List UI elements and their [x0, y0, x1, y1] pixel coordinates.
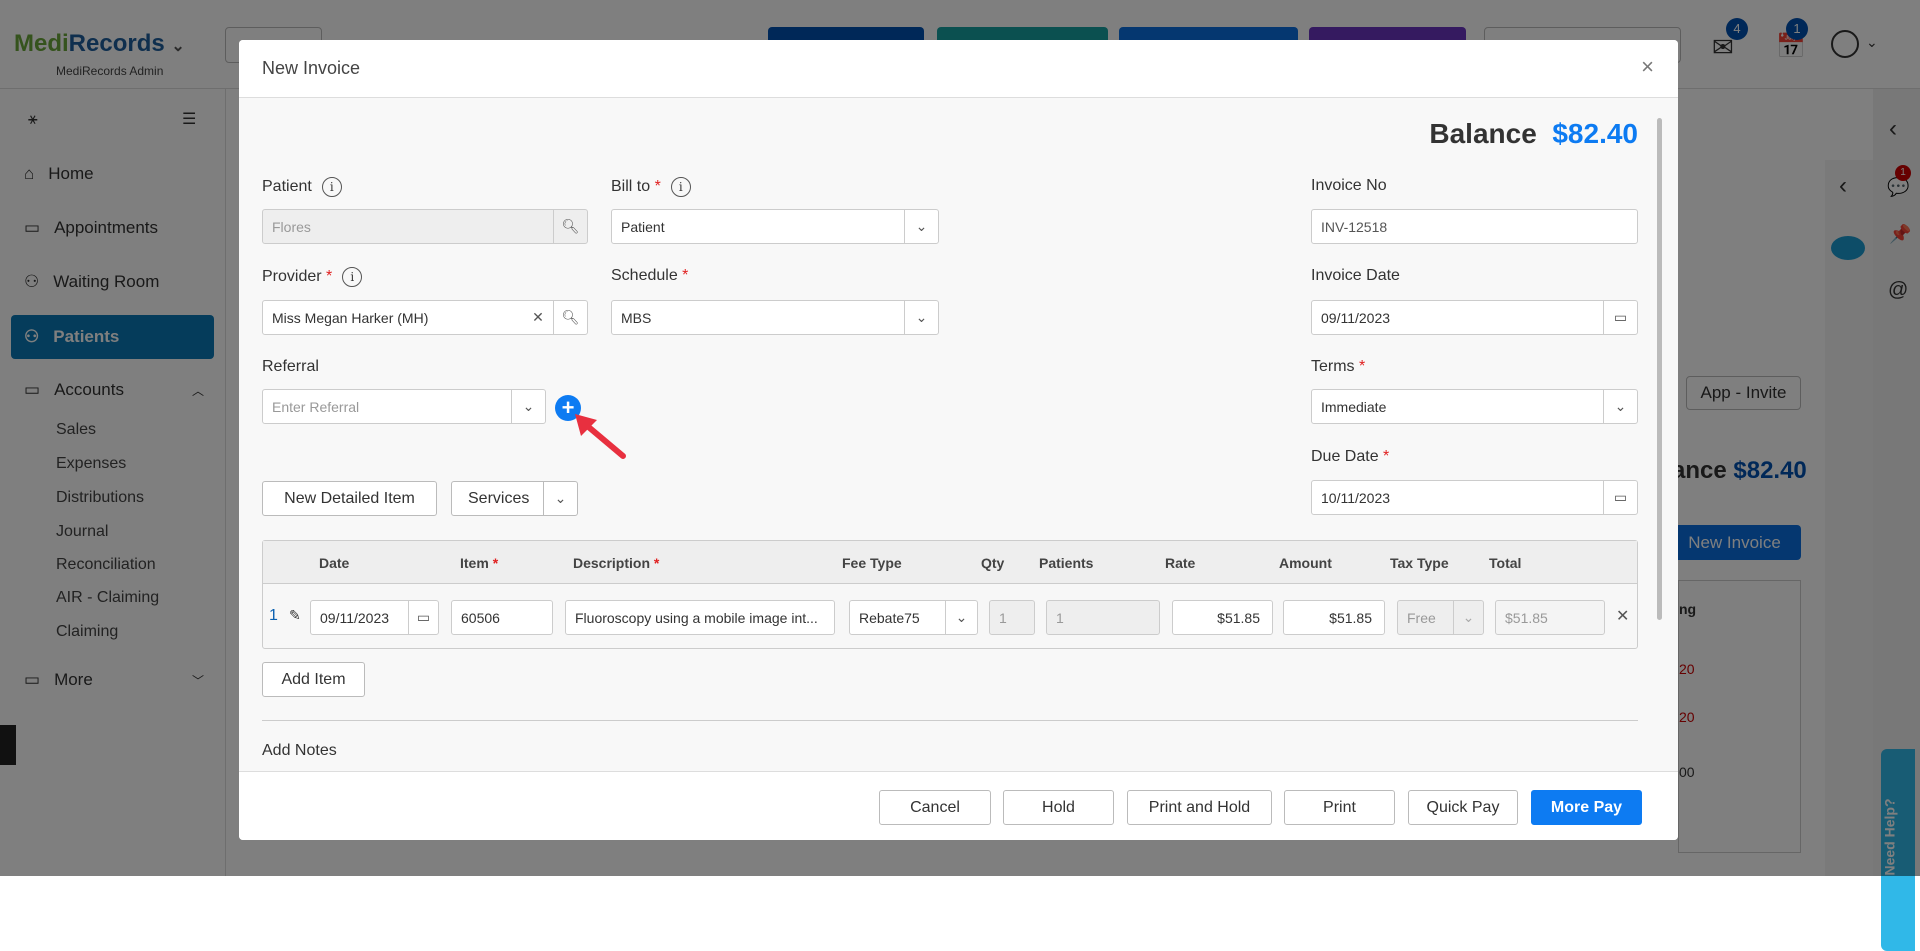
schedule-select[interactable]: MBS ⌄: [611, 300, 939, 335]
col-fee-type: Fee Type: [842, 555, 902, 571]
invoice-no-input[interactable]: INV-12518: [1311, 209, 1638, 244]
close-icon[interactable]: ×: [1641, 54, 1654, 80]
header-text: Description: [573, 555, 651, 571]
calendar-icon[interactable]: ▭: [408, 601, 438, 634]
bill-to-select[interactable]: Patient ⌄: [611, 209, 939, 244]
remove-row-icon[interactable]: ✕: [1616, 606, 1629, 626]
label-text: Bill to: [611, 178, 651, 196]
terms-select[interactable]: Immediate ⌄: [1311, 389, 1638, 424]
clear-icon[interactable]: ✕: [523, 301, 553, 334]
modal-header: New Invoice ×: [239, 40, 1678, 98]
due-date-input[interactable]: 10/11/2023 ▭: [1311, 480, 1638, 515]
info-icon[interactable]: i: [342, 267, 363, 287]
provider-label: Provider * i: [262, 267, 363, 287]
balance: Balance $82.40: [1429, 118, 1638, 150]
row-date-input[interactable]: 09/11/2023 ▭: [310, 600, 439, 635]
selected-value: MBS: [621, 309, 652, 326]
referral-label: Referral: [262, 358, 319, 375]
patient-input[interactable]: Flores 🔍︎: [262, 209, 588, 244]
due-date-label: Due Date *: [1311, 448, 1390, 465]
header-text: Item: [460, 555, 489, 571]
invoice-no-label: Invoice No: [1311, 177, 1387, 194]
row-description-input[interactable]: Fluoroscopy using a mobile image int...: [565, 600, 835, 635]
print-and-hold-button[interactable]: Print and Hold: [1127, 790, 1272, 825]
row-tax-type-select[interactable]: Free ⌄: [1397, 600, 1484, 635]
info-icon[interactable]: i: [670, 177, 691, 197]
selected-value: Miss Megan Harker (MH): [272, 309, 429, 326]
col-date: Date: [319, 555, 350, 571]
selected-value: Immediate: [1321, 398, 1387, 415]
row-number: 1: [269, 607, 278, 624]
row-item-input[interactable]: 60506: [451, 600, 553, 635]
col-total: Total: [1489, 555, 1522, 571]
date-value: 09/11/2023: [320, 609, 390, 626]
col-patients: Patients: [1039, 555, 1094, 571]
scrollbar[interactable]: [1657, 118, 1662, 620]
label-text: Schedule: [611, 267, 678, 284]
invoice-items-table: Date Item * Description * Fee Type Qty P…: [262, 540, 1638, 649]
button-label: Services: [468, 489, 530, 507]
quick-pay-button[interactable]: Quick Pay: [1408, 790, 1518, 825]
search-icon[interactable]: 🔍︎: [553, 210, 587, 243]
chevron-down-icon[interactable]: ⌄: [1453, 601, 1483, 634]
provider-input[interactable]: Miss Megan Harker (MH) ✕ 🔍︎: [262, 300, 588, 335]
balance-value: $82.40: [1552, 118, 1638, 149]
pointer-arrow-icon: [575, 414, 626, 459]
new-detailed-item-button[interactable]: New Detailed Item: [262, 481, 437, 516]
terms-label: Terms *: [1311, 358, 1366, 375]
chevron-down-icon[interactable]: ⌄: [945, 601, 977, 634]
placeholder: Flores: [272, 218, 311, 235]
chevron-down-icon[interactable]: ⌄: [511, 390, 545, 423]
invoice-date-label: Invoice Date: [1311, 267, 1400, 284]
col-rate: Rate: [1165, 555, 1196, 571]
chevron-down-icon[interactable]: ⌄: [904, 301, 938, 334]
row-patients-input[interactable]: 1: [1046, 600, 1160, 635]
col-description: Description *: [573, 555, 660, 571]
cancel-button[interactable]: Cancel: [879, 790, 991, 825]
info-icon[interactable]: i: [321, 177, 342, 197]
label-text: Patient: [262, 178, 312, 196]
edit-icon[interactable]: ✎: [289, 607, 301, 624]
chevron-down-icon[interactable]: ⌄: [904, 210, 938, 243]
chevron-down-icon[interactable]: ⌄: [1603, 390, 1637, 423]
divider: [262, 720, 1638, 721]
more-pay-button[interactable]: More Pay: [1531, 790, 1642, 825]
col-amount: Amount: [1279, 555, 1332, 571]
hold-button[interactable]: Hold: [1003, 790, 1114, 825]
placeholder: Enter Referral: [272, 398, 360, 415]
add-notes-label: Add Notes: [262, 742, 337, 759]
schedule-label: Schedule *: [611, 267, 689, 284]
selected-value: Free: [1407, 609, 1436, 626]
invoice-date-input[interactable]: 09/11/2023 ▭: [1311, 300, 1638, 335]
bill-to-label: Bill to * i: [611, 177, 691, 197]
label-text: Terms: [1311, 358, 1355, 375]
referral-input[interactable]: Enter Referral ⌄: [262, 389, 546, 424]
row-rate-input[interactable]: $51.85: [1172, 600, 1273, 635]
row-qty-input[interactable]: 1: [989, 600, 1035, 635]
modal-footer: Cancel Hold Print and Hold Print Quick P…: [239, 771, 1678, 840]
col-qty: Qty: [981, 555, 1005, 571]
print-button[interactable]: Print: [1284, 790, 1395, 825]
patient-label: Patient i: [262, 177, 342, 197]
balance-label: Balance: [1429, 118, 1537, 149]
label-text: Due Date: [1311, 448, 1379, 465]
row-amount-input[interactable]: $51.85: [1283, 600, 1385, 635]
add-item-button[interactable]: Add Item: [262, 662, 365, 697]
col-item: Item *: [460, 555, 499, 571]
services-button[interactable]: Services ⌄: [451, 481, 578, 516]
chevron-down-icon[interactable]: ⌄: [543, 482, 577, 515]
col-tax-type: Tax Type: [1390, 555, 1449, 571]
calendar-icon[interactable]: ▭: [1603, 301, 1637, 334]
selected-value: Rebate75: [859, 609, 920, 626]
row-total-input: $51.85: [1495, 600, 1605, 635]
selected-value: Patient: [621, 218, 665, 235]
date-value: 10/11/2023: [1321, 489, 1391, 506]
search-icon[interactable]: 🔍︎: [553, 301, 587, 334]
row-fee-type-select[interactable]: Rebate75 ⌄: [849, 600, 978, 635]
calendar-icon[interactable]: ▭: [1603, 481, 1637, 514]
new-invoice-modal: New Invoice × Balance $82.40 Patient i Fl…: [239, 40, 1678, 840]
date-value: 09/11/2023: [1321, 309, 1391, 326]
modal-title: New Invoice: [262, 58, 361, 78]
label-text: Provider: [262, 268, 322, 286]
